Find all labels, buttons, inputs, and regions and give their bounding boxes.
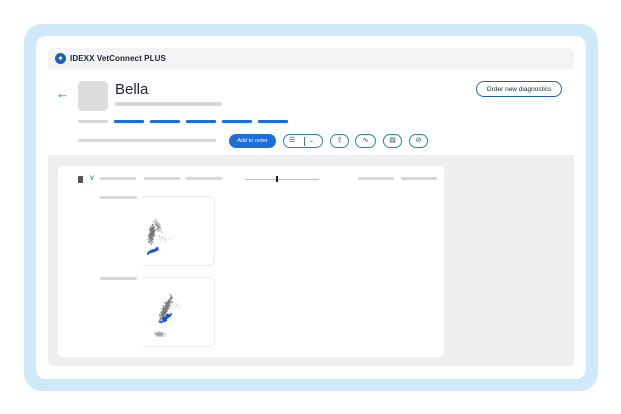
scatter-point [177, 304, 178, 306]
order-new-diagnostics-button[interactable]: Order new diagnostics [476, 81, 562, 97]
tab-1[interactable] [114, 120, 144, 123]
scatter-point [174, 303, 176, 305]
scatter-point [171, 303, 173, 305]
results-card: ⋎ [58, 166, 444, 357]
scatter-point [159, 319, 161, 321]
scatter-point [171, 301, 173, 303]
scatter-point [169, 298, 171, 300]
scatter-point [162, 313, 165, 315]
scatter-point [162, 309, 165, 311]
scatter-point [160, 307, 163, 310]
scatter-point [179, 307, 180, 309]
scatter-point [171, 306, 173, 308]
tab-2[interactable] [150, 120, 180, 123]
scatter-point [159, 334, 161, 337]
scatter-point [169, 300, 171, 303]
scatter-point [180, 304, 182, 306]
scatter-plot-2 [154, 294, 182, 337]
scatter-point [177, 301, 179, 303]
view-selector-button[interactable]: ☰ ⌄ [283, 134, 323, 148]
patient-header: ← Bella Order new diagnostics Add to ord… [48, 69, 574, 155]
scatter-point [176, 303, 178, 304]
scatter-point [166, 313, 168, 316]
share-button[interactable]: ⇪ [330, 134, 349, 148]
scatter-point [178, 305, 180, 307]
tab-5[interactable] [258, 120, 288, 123]
scatter-point [180, 307, 182, 309]
scatter-point [172, 304, 174, 306]
scatter-point [165, 317, 167, 319]
tab-3[interactable] [186, 120, 216, 123]
scatter-point [155, 332, 157, 335]
scatter-point [174, 307, 176, 308]
scatter-point [169, 294, 171, 296]
scatter-point [161, 333, 163, 336]
scatter-point [166, 310, 168, 312]
scatter-point [167, 316, 169, 318]
document-button[interactable]: ▤ [383, 134, 402, 148]
add-to-order-button[interactable]: Add to order [229, 134, 276, 148]
app-title: IDEXX VetConnect PLUS [70, 54, 166, 63]
scatter-point [167, 307, 170, 310]
scatter-point [177, 307, 179, 309]
scatter-point [164, 313, 166, 315]
scatter-point [177, 299, 179, 301]
list-icon: ☰ [289, 137, 296, 144]
scatter-point [165, 304, 168, 307]
scatter-point [163, 307, 165, 309]
result-info-placeholder [78, 139, 216, 142]
patient-name: Bella [115, 81, 149, 98]
scatter-point [167, 301, 170, 303]
chevron-down-icon: ⌄ [309, 138, 315, 144]
scatter-point [162, 335, 165, 337]
tabs-label-placeholder [78, 120, 108, 123]
scatter-point [167, 303, 169, 305]
scatter-point [174, 305, 175, 307]
patient-avatar [78, 81, 108, 111]
scatter-point [160, 314, 162, 317]
scatter-point [164, 320, 167, 322]
tab-4[interactable] [222, 120, 252, 123]
scatter-point [164, 332, 166, 334]
scatter-point [167, 304, 169, 307]
trend-button[interactable]: ∿ [355, 134, 376, 148]
app-window: ✦ IDEXX VetConnect PLUS ← Bella Order ne… [48, 48, 574, 366]
scatter-point [157, 334, 160, 337]
scatter-point [160, 312, 163, 314]
scatter-point [171, 309, 173, 311]
scatter-point [175, 302, 177, 303]
compass-icon: ⊘ [415, 137, 422, 144]
patient-details-placeholder [115, 102, 222, 106]
scatter-point [170, 295, 173, 297]
scatter-point [169, 306, 170, 308]
scatter-point [170, 306, 172, 308]
scatter-point [171, 308, 173, 310]
scatter-point [176, 304, 178, 306]
back-arrow-icon[interactable]: ← [56, 87, 69, 101]
document-icon: ▤ [389, 137, 396, 144]
split-divider [304, 137, 305, 146]
scatter-point [158, 320, 161, 323]
scatter-point [173, 304, 175, 306]
scatter-point [168, 314, 171, 317]
share-icon: ⇪ [336, 137, 343, 144]
explore-button[interactable]: ⊘ [409, 134, 428, 148]
scatter-point [175, 307, 177, 309]
scatter-point [164, 310, 166, 313]
scatter-point [166, 307, 168, 310]
chart-icon: ∿ [362, 137, 369, 144]
scatter-point [160, 321, 163, 324]
scatter-point [158, 314, 161, 316]
scatter-point [178, 311, 180, 313]
scatter-point [170, 297, 173, 299]
scatter-point [164, 334, 167, 336]
scatter-point [162, 320, 165, 323]
scatter-point [164, 302, 167, 304]
top-bar: ✦ IDEXX VetConnect PLUS [48, 48, 574, 69]
idexx-logo-icon: ✦ [55, 53, 66, 64]
scatter-point [157, 332, 160, 334]
